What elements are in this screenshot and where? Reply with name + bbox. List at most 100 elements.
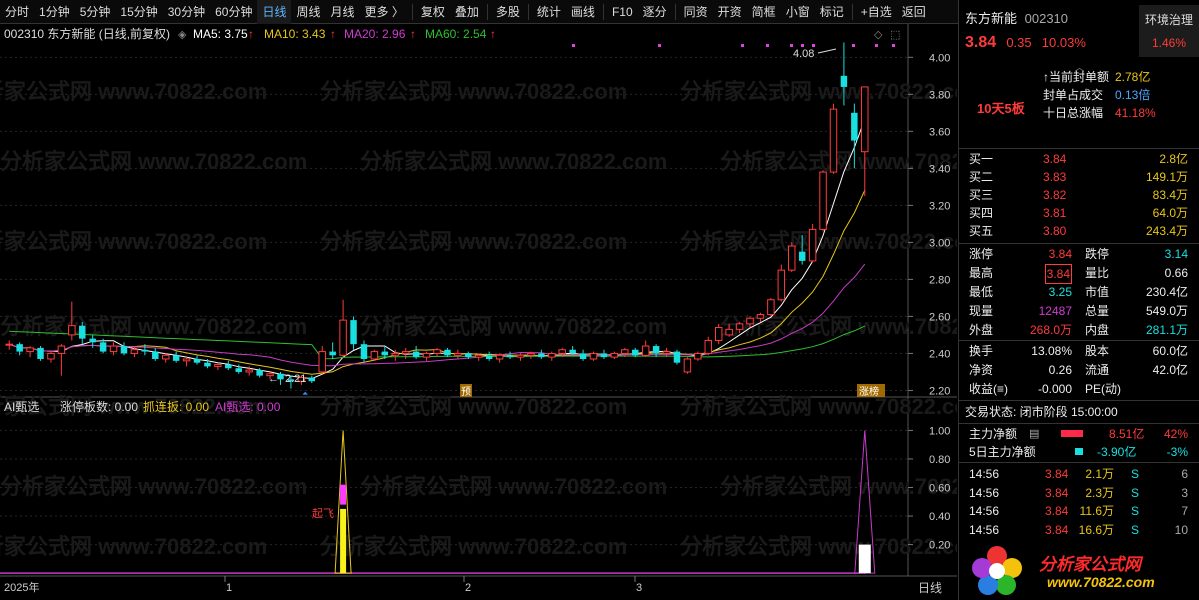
watermark: 分析家公式网 www.70822.com 分析家公式网 www.70822.com… <box>0 79 1027 559</box>
bid-volume: 243.4万 <box>1145 224 1188 238</box>
tick-row: 14:56 3.84 16.6万 S 10 <box>959 521 1199 539</box>
chart-area[interactable]: 分析家公式网 www.70822.com 分析家公式网 www.70822.com… <box>0 24 1027 600</box>
bid-row[interactable]: 买三 3.82 83.4万 <box>959 186 1199 204</box>
toolbar-btn-23[interactable]: 返回 <box>897 0 931 24</box>
bid-row[interactable]: 买四 3.81 64.0万 <box>959 204 1199 222</box>
tick-side: S <box>1131 485 1140 500</box>
tick-time: 14:56 <box>969 504 1000 518</box>
toolbar-btn-9[interactable]: 更多 〉 <box>360 0 409 24</box>
stat-label: 总量 <box>1085 304 1110 318</box>
kline-chart[interactable]: 分析家公式网 www.70822.com 分析家公式网 www.70822.com… <box>0 24 1027 600</box>
signal-dot <box>572 44 575 47</box>
bid-label: 买一 <box>969 152 994 166</box>
candle <box>808 223 817 263</box>
candle <box>673 349 681 365</box>
tick-side: S <box>1131 522 1140 537</box>
ai-bar <box>340 484 347 505</box>
toolbar-btn-0[interactable]: 分时 <box>0 0 34 24</box>
toolbar-btn-6[interactable]: 日线 <box>257 0 292 24</box>
bid-label: 买四 <box>969 206 994 220</box>
toolbar-btn-16[interactable]: 逐分 <box>638 0 672 24</box>
toolbar-btn-10[interactable]: 复权 <box>416 0 450 24</box>
stat-row: 最高 3.84 量比 0.66 <box>959 264 1199 284</box>
toolbar-btn-13[interactable]: 统计 <box>532 0 566 24</box>
flow-value: -3.90亿 <box>1097 445 1137 459</box>
watermark-text: 分析家公式网 www.70822.com <box>320 229 627 254</box>
tick-time: 14:56 <box>969 522 1000 537</box>
toolbar-btn-8[interactable]: 月线 <box>326 0 360 24</box>
stock-name: 东方新能 <box>965 11 1018 26</box>
stat-row: 现量 12487 总量 549.0万 <box>959 302 1199 320</box>
logo-url: www.70822.com <box>1047 574 1155 590</box>
candle <box>589 351 598 361</box>
stat-value: 12487 <box>1038 304 1072 318</box>
diamond-icon[interactable]: ◇ <box>874 29 883 41</box>
toolbar-btn-3[interactable]: 15分钟 <box>115 0 162 24</box>
tick-side: S <box>1131 504 1140 518</box>
flow-pct: 42% <box>1163 427 1188 441</box>
flow-row: 主力净额 ▤ 8.51亿 42% <box>959 425 1199 443</box>
bid-row[interactable]: 买二 3.83 149.1万 <box>959 168 1199 186</box>
watermark-text: 分析家公式网 www.70822.com <box>320 394 627 419</box>
toolbar-btn-21[interactable]: 标记 <box>815 0 849 24</box>
candle <box>370 349 379 361</box>
bid-row[interactable]: 买一 3.84 2.8亿 <box>959 150 1199 168</box>
indicator-tick: 0.80 <box>929 454 950 466</box>
seal-label: 十日总涨幅 <box>1043 106 1104 120</box>
toolbar-btn-18[interactable]: 开资 <box>713 0 747 24</box>
flow-bar <box>1061 430 1083 437</box>
flow-pct: -3% <box>1166 445 1188 459</box>
stat2-label: 净资 <box>969 363 994 377</box>
bid-volume: 64.0万 <box>1152 206 1188 220</box>
toolbar-btn-14[interactable]: 画线 <box>566 0 600 24</box>
ma60-up-arrow: ↑ <box>490 27 496 41</box>
toolbar-btn-7[interactable]: 周线 <box>291 0 325 24</box>
flow-label: 主力净额 <box>969 427 1018 441</box>
tick-price: 3.84 <box>1045 467 1069 481</box>
toolbar-btn-20[interactable]: 小窗 <box>781 0 815 24</box>
bid-volume: 83.4万 <box>1152 188 1188 202</box>
stat-value: 230.4亿 <box>1145 285 1188 299</box>
toolbar-btn-17[interactable]: 同资 <box>679 0 713 24</box>
bid-row[interactable]: 买五 3.80 243.4万 <box>959 222 1199 240</box>
toolbar-btn-4[interactable]: 30分钟 <box>163 0 210 24</box>
stat2-value: 42.0亿 <box>1152 363 1188 377</box>
price-change: 0.35 <box>1006 35 1032 50</box>
price-tick: 2.40 <box>929 348 950 360</box>
tick-row: 14:56 3.84 2.3万 S 3 <box>959 484 1199 502</box>
toolbar-btn-22[interactable]: +自选 <box>856 0 897 24</box>
signal-dot <box>741 44 744 47</box>
flow-bar <box>1075 448 1083 455</box>
seal-label: 封单占成交 <box>1043 88 1104 102</box>
signal-dot <box>658 44 661 47</box>
seal-row: 十日总涨幅 41.18% <box>959 104 1199 122</box>
toolbar-btn-19[interactable]: 简框 <box>747 0 781 24</box>
logo-title: 分析家公式网 <box>1039 555 1141 574</box>
expand-icon[interactable]: ⬚ <box>890 29 900 41</box>
stat-label: 量比 <box>1085 266 1110 280</box>
toolbar-btn-5[interactable]: 60分钟 <box>210 0 257 24</box>
period-label[interactable]: 日线 <box>918 581 942 595</box>
seal-value: 0.13倍 <box>1115 88 1151 102</box>
watermark-text: 分析家公式网 www.70822.com <box>0 79 267 104</box>
toolbar-btn-1[interactable]: 1分钟 <box>34 0 75 24</box>
settings-icon[interactable]: ◈ <box>178 29 187 41</box>
seal-value: 2.78亿 <box>1115 70 1151 84</box>
toolbar-btn-11[interactable]: 叠加 <box>450 0 484 24</box>
toolbar-btn-15[interactable]: F10 <box>607 0 638 24</box>
list-icon[interactable]: ▤ <box>1029 425 1039 443</box>
toolbar-btn-12[interactable]: 多股 <box>491 0 525 24</box>
forecast-tag-text: 预 <box>461 386 471 398</box>
ma5-label: MA5: 3.75 <box>193 27 248 41</box>
stat2-label: 股本 <box>1085 344 1110 358</box>
bid-label: 买三 <box>969 188 994 202</box>
ma5-up-arrow: ↑ <box>248 27 254 41</box>
tick-price: 3.84 <box>1045 485 1069 500</box>
watermark-text: 分析家公式网 www.70822.com <box>720 474 957 499</box>
signal-dot <box>801 44 804 47</box>
price-change-pct: 10.03% <box>1041 35 1086 50</box>
trade-status: 交易状态: 闭市阶段 15:00:00 <box>965 403 1199 421</box>
toolbar-btn-2[interactable]: 5分钟 <box>75 0 116 24</box>
watermark-text: 分析家公式网 www.70822.com <box>320 79 627 104</box>
tick-price: 3.84 <box>1045 504 1069 518</box>
